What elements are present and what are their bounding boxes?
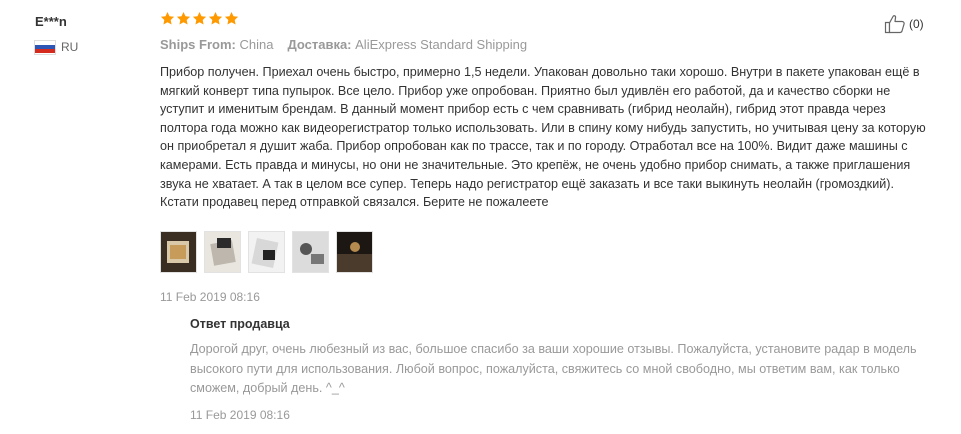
star-icon: [224, 11, 239, 25]
helpful-button[interactable]: (0): [884, 14, 924, 34]
shipping-meta: Ships From: China Доставка: AliExpress S…: [160, 37, 527, 52]
review-photos: [160, 231, 373, 273]
review-photo-thumbnail[interactable]: [204, 231, 241, 273]
seller-reply: Ответ продавца Дорогой друг, очень любез…: [190, 317, 940, 422]
russia-flag-icon: [35, 40, 55, 54]
star-icon: [160, 11, 175, 25]
delivery-label: Доставка:: [287, 37, 352, 52]
delivery: Доставка: AliExpress Standard Shipping: [287, 37, 527, 52]
review-photo-thumbnail[interactable]: [292, 231, 329, 273]
photo-image: [337, 232, 372, 272]
photo-image: [205, 232, 240, 272]
seller-reply-text: Дорогой друг, очень любезный из вас, бол…: [190, 342, 917, 395]
star-icon: [208, 11, 223, 25]
country-code: RU: [61, 40, 79, 54]
photo-image: [161, 232, 196, 272]
photo-image: [249, 232, 284, 272]
review-date: 11 Feb 2019 08:16: [160, 290, 260, 304]
seller-reply-date: 11 Feb 2019 08:16: [190, 407, 290, 422]
reviewer-name: E***n: [35, 14, 67, 29]
photo-image: [293, 232, 328, 272]
thumbs-up-icon: [884, 15, 905, 34]
ships-from-label: Ships From:: [160, 37, 236, 52]
reviewer-country: RU: [35, 40, 78, 54]
review-photo-thumbnail[interactable]: [336, 231, 373, 273]
star-icon: [192, 11, 207, 25]
seller-reply-title: Ответ продавца: [190, 317, 290, 331]
review-photo-thumbnail[interactable]: [248, 231, 285, 273]
ships-from: Ships From: China: [160, 37, 273, 52]
helpful-count: (0): [909, 17, 924, 31]
star-rating: [160, 11, 239, 26]
ships-from-value: China: [239, 37, 274, 52]
star-icon: [176, 11, 191, 25]
delivery-value: AliExpress Standard Shipping: [355, 37, 528, 52]
review-photo-thumbnail[interactable]: [160, 231, 197, 273]
review-text: Прибор получен. Приехал очень быстро, пр…: [160, 65, 926, 210]
